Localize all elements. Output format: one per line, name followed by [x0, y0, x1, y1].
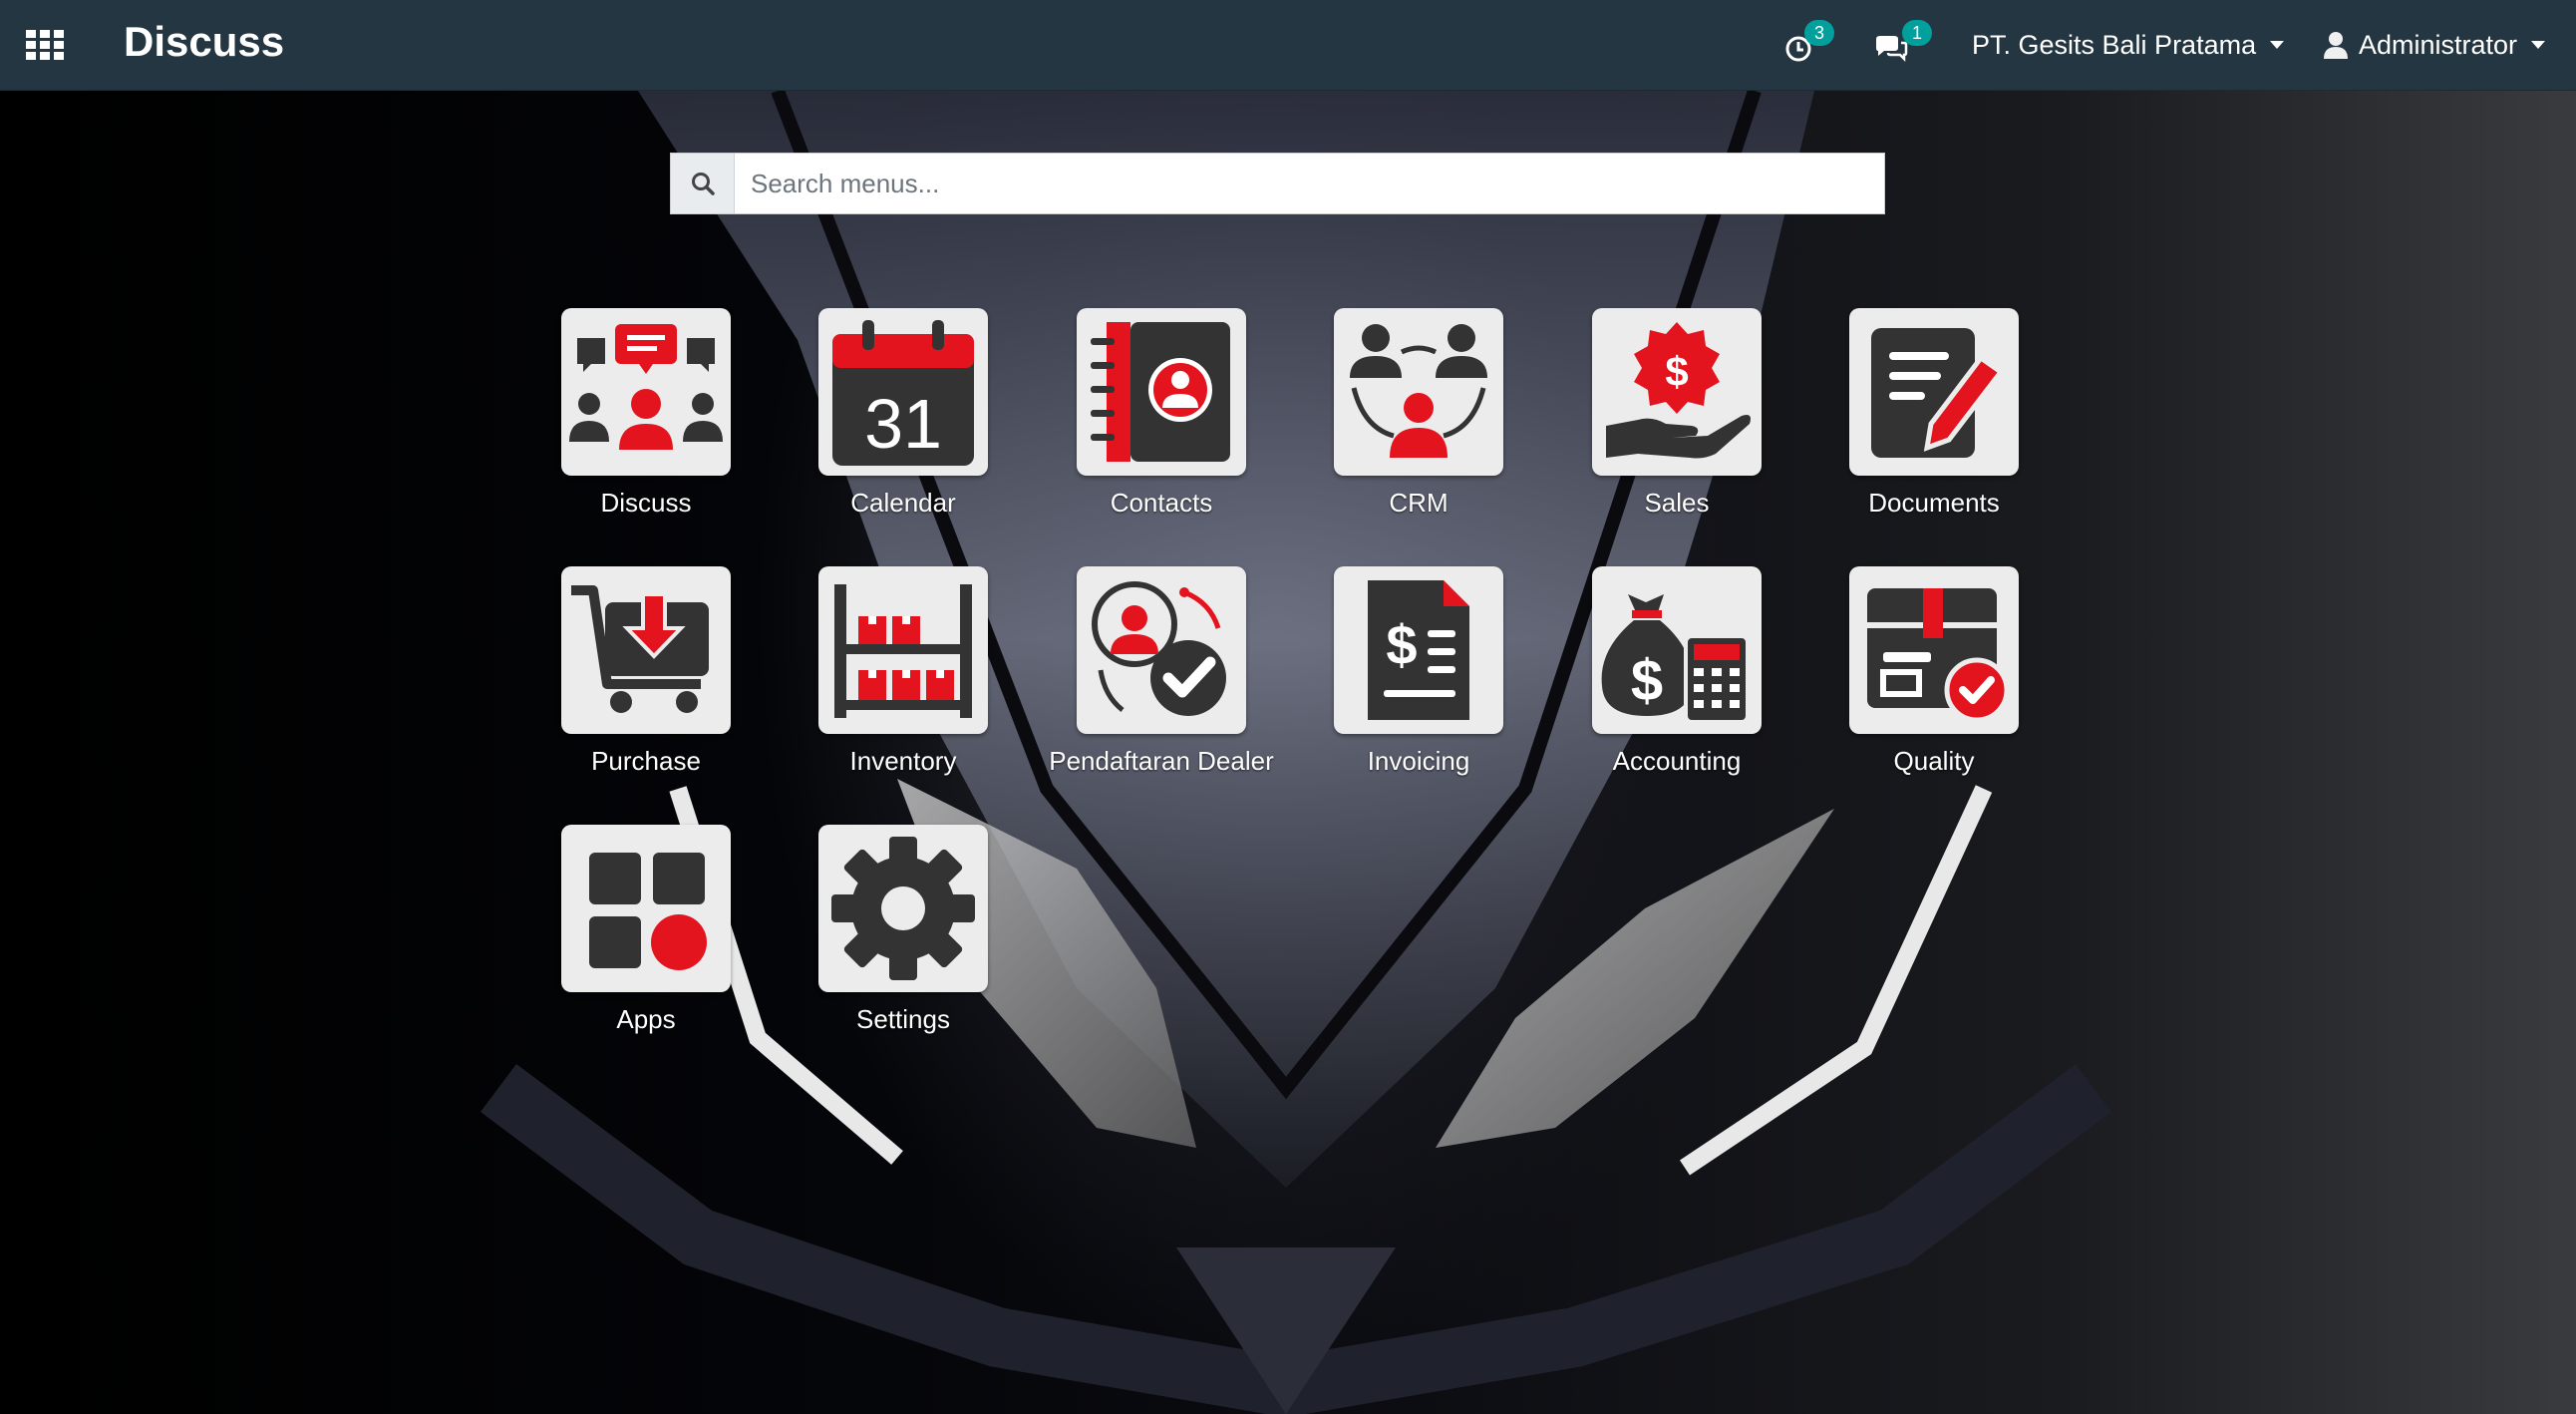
contacts-icon	[1077, 308, 1246, 476]
top-navbar: Discuss 3 1 PT. Gesits Bali Pratama Admi…	[0, 0, 2576, 91]
svg-text:$: $	[1386, 613, 1417, 676]
user-name: Administrator	[2359, 29, 2518, 60]
menu-search-bar	[670, 153, 1885, 214]
app-label: Documents	[1868, 488, 2000, 518]
invoicing-icon: $	[1334, 566, 1503, 734]
app-label: Quality	[1893, 746, 1975, 776]
app-label: Sales	[1644, 488, 1710, 518]
app-crm[interactable]: CRM	[1282, 308, 1541, 547]
app-purchase[interactable]: Purchase	[509, 566, 769, 806]
activity-count-badge: 3	[1804, 20, 1834, 46]
app-accounting[interactable]: $ Accounting	[1540, 566, 1799, 806]
app-label: Accounting	[1612, 746, 1742, 776]
company-switcher[interactable]: PT. Gesits Bali Pratama	[1972, 22, 2285, 68]
quality-icon	[1849, 566, 2019, 734]
svg-text:$: $	[1631, 648, 1663, 713]
app-label: Apps	[616, 1004, 676, 1034]
chevron-down-icon	[2531, 41, 2546, 49]
app-label: Invoicing	[1367, 746, 1470, 776]
app-label: Discuss	[600, 488, 692, 518]
messages-count-badge: 1	[1902, 20, 1932, 46]
inventory-icon	[818, 566, 988, 734]
activity-button[interactable]: 3	[1784, 20, 1840, 68]
app-contacts[interactable]: Contacts	[1025, 308, 1284, 547]
documents-icon	[1849, 308, 2019, 476]
settings-icon	[818, 825, 988, 992]
calendar-icon: 31	[818, 308, 988, 476]
svg-text:31: 31	[864, 385, 942, 463]
app-label: Pendaftaran Dealer	[1049, 746, 1274, 776]
apps-icon	[561, 825, 731, 992]
user-avatar-icon	[2324, 32, 2348, 59]
app-sales[interactable]: $ Sales	[1540, 308, 1799, 547]
company-name: PT. Gesits Bali Pratama	[1972, 29, 2257, 60]
discuss-icon	[561, 308, 731, 476]
accounting-icon: $	[1592, 566, 1762, 734]
app-quality[interactable]: Quality	[1797, 566, 2057, 806]
sales-icon: $	[1592, 308, 1762, 476]
app-label: CRM	[1389, 488, 1449, 518]
app-label: Purchase	[591, 746, 701, 776]
apps-menu-icon[interactable]	[26, 30, 64, 60]
app-calendar[interactable]: 31 Calendar	[767, 308, 1026, 547]
user-menu[interactable]: Administrator	[2323, 22, 2546, 68]
dealer-registration-icon	[1077, 566, 1246, 734]
app-invoicing[interactable]: $ Invoicing	[1282, 566, 1541, 806]
app-documents[interactable]: Documents	[1797, 308, 2057, 547]
app-pendaftaran-dealer[interactable]: Pendaftaran Dealer	[1025, 566, 1284, 806]
chevron-down-icon	[2270, 41, 2285, 49]
app-apps[interactable]: Apps	[509, 825, 769, 1064]
app-label: Calendar	[850, 488, 956, 518]
app-label: Settings	[856, 1004, 950, 1034]
app-label: Inventory	[849, 746, 957, 776]
app-settings[interactable]: Settings	[767, 825, 1026, 1064]
search-input[interactable]	[735, 154, 1884, 213]
svg-text:$: $	[1665, 348, 1688, 395]
app-label: Contacts	[1110, 488, 1213, 518]
app-inventory[interactable]: Inventory	[767, 566, 1026, 806]
page-title: Discuss	[124, 18, 285, 65]
messages-button[interactable]: 1	[1874, 20, 1934, 68]
crm-icon	[1334, 308, 1503, 476]
app-discuss[interactable]: Discuss	[509, 308, 769, 547]
search-icon	[671, 154, 735, 213]
purchase-icon	[561, 566, 731, 734]
